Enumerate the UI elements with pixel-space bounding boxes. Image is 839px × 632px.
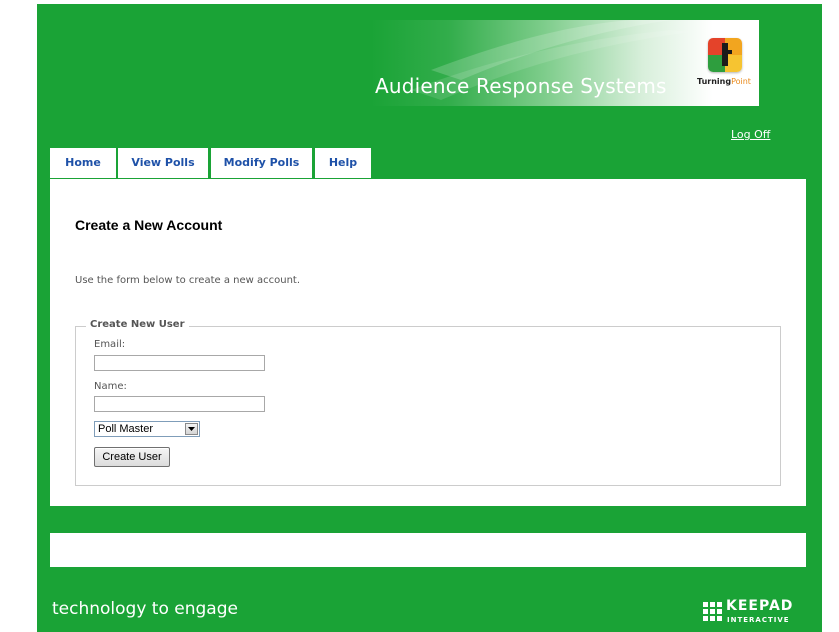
role-select[interactable]: Poll Master [94, 421, 200, 437]
keepad-logo: KEEPAD INTERACTIVE [702, 598, 812, 629]
create-user-button[interactable]: Create User [94, 447, 170, 467]
chevron-down-icon[interactable] [185, 423, 198, 435]
intro-text: Use the form below to create a new accou… [75, 275, 301, 286]
footer-tagline: technology to engage [52, 599, 238, 619]
fieldset-legend: Create New User [86, 319, 189, 330]
email-label: Email: [94, 339, 126, 350]
email-field[interactable] [94, 355, 265, 371]
create-user-fieldset: Create New User Email: Name: Poll Master… [75, 319, 781, 486]
keepad-dots-icon [703, 602, 722, 621]
turningpoint-logo-text: TurningPoint [697, 77, 751, 86]
turningpoint-logo: TurningPoint [697, 38, 757, 98]
main-panel: Create a New Account Use the form below … [50, 179, 806, 506]
name-field[interactable] [94, 396, 265, 412]
keepad-logo-name: KEEPAD [726, 598, 794, 614]
turningpoint-logo-icon [708, 38, 742, 72]
footer-bar [50, 533, 806, 567]
tab-help[interactable]: Help [315, 148, 371, 178]
keepad-logo-subtitle: INTERACTIVE [727, 616, 790, 624]
name-label: Name: [94, 381, 127, 392]
header-banner: Audience Response Systems TurningPoint [371, 20, 759, 106]
role-select-value: Poll Master [98, 423, 154, 435]
tab-view-polls[interactable]: View Polls [118, 148, 208, 178]
logoff-link[interactable]: Log Off [731, 128, 770, 141]
page-title: Create a New Account [75, 217, 223, 233]
tab-home[interactable]: Home [50, 148, 116, 178]
tab-modify-polls[interactable]: Modify Polls [211, 148, 312, 178]
banner-title: Audience Response Systems [375, 74, 667, 98]
